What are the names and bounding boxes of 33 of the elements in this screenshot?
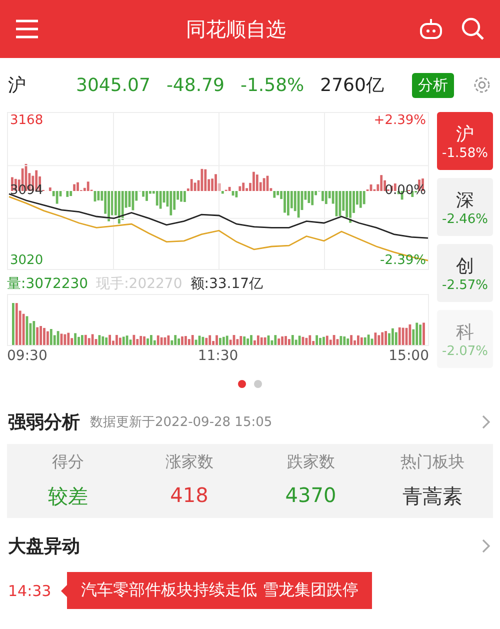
turnover: 2760亿: [320, 74, 384, 97]
stat-label: 得分: [50, 452, 85, 473]
percent-axis-label: -2.39%: [380, 254, 426, 268]
index-tab[interactable]: 深 -2.46%: [437, 178, 493, 236]
news-banner[interactable]: 汽车零部件板块持续走低 雪龙集团跌停: [67, 572, 372, 609]
time-axis-label: 09:30: [7, 348, 48, 364]
percent-axis-label: +2.39%: [374, 114, 426, 128]
stat-value: 418: [169, 483, 210, 509]
stat-value: 较差: [46, 483, 89, 510]
analysis-button[interactable]: 分析: [412, 72, 454, 98]
index-tab[interactable]: 科 -2.07%: [437, 310, 493, 368]
index-percent: -1.58%: [240, 74, 304, 96]
stat-label: 涨家数: [164, 452, 214, 473]
section-title: 强弱分析: [8, 411, 80, 434]
y-axis-label: 3168: [10, 114, 44, 128]
index-tab[interactable]: 创 -2.57%: [437, 244, 493, 302]
stat-label: 跌家数: [286, 452, 336, 473]
news-time: 14:33: [8, 582, 52, 600]
index-change: -48.79: [166, 74, 224, 96]
index-price: 3045.07: [76, 74, 150, 96]
volume-text: 量:3072230: [7, 275, 88, 293]
stat-label: 热门板块: [399, 452, 466, 473]
page-title: 同花顺自选: [185, 16, 287, 42]
update-time: 数据更新于2022-09-28 15:05: [90, 414, 272, 431]
stat-value: 4370: [284, 483, 338, 509]
time-axis-label: 11:30: [198, 348, 238, 364]
stat-value: 青蒿素: [401, 483, 464, 510]
section-title: 大盘异动: [8, 535, 80, 558]
amount-text: 额:33.17亿: [190, 275, 264, 293]
time-axis-label: 15:00: [388, 348, 429, 364]
market-name: 沪: [8, 74, 27, 97]
index-tab[interactable]: 沪 -1.58%: [437, 112, 493, 170]
y-axis-label: 3020: [10, 254, 44, 268]
